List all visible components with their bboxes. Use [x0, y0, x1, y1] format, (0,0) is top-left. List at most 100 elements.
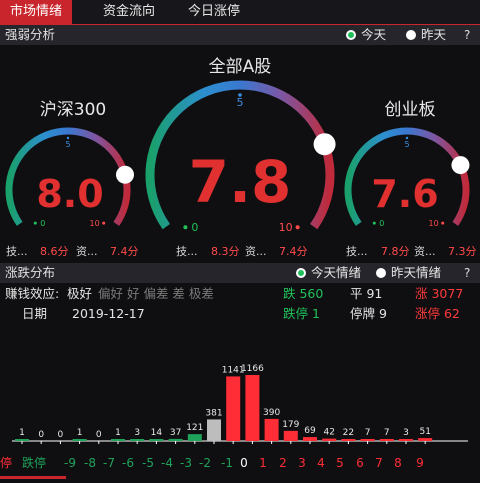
x-axis-label: 6: [356, 456, 364, 470]
gauge-all-a-name: 全部A股: [208, 57, 272, 77]
effect-current: 极好: [67, 286, 93, 301]
scale-mid-dot: [405, 136, 409, 140]
bar-count-label: 37: [170, 428, 181, 438]
bar[interactable]: [111, 439, 125, 441]
tab-today-limit-up[interactable]: 今日涨停: [176, 0, 252, 24]
bar[interactable]: [149, 439, 164, 441]
bar[interactable]: [245, 375, 260, 441]
scale-max-dot: [441, 221, 445, 225]
bar-count-label: 1: [19, 428, 25, 438]
x-axis-label: 7: [375, 456, 383, 470]
x-axis-label: 8: [394, 456, 402, 470]
bar-count-label: 3: [403, 428, 409, 438]
x-axis-label: -4: [161, 456, 173, 470]
radio-today-label[interactable]: 今天: [361, 25, 386, 45]
all-a-fund-value: 7.4分: [279, 245, 308, 258]
x-axis-label: -8: [84, 456, 96, 470]
scale-min-label: 0: [191, 221, 198, 234]
flat-count: 平 91: [350, 286, 383, 301]
bar[interactable]: [264, 418, 279, 441]
x-axis-label: -3: [180, 456, 192, 470]
bar[interactable]: [72, 439, 87, 441]
scale-min-dot: [183, 225, 188, 230]
bar[interactable]: [15, 439, 29, 441]
bar-count-label: 22: [343, 428, 354, 438]
radio-yesterday-label[interactable]: 昨天: [421, 25, 446, 45]
radio-yesterday-sentiment[interactable]: [376, 268, 386, 278]
bar-count-label: 1166: [241, 364, 264, 374]
radio-today[interactable]: [346, 30, 356, 40]
effect-others: 偏好 好 偏差 差 极差: [98, 286, 214, 301]
radio-yesterday[interactable]: [406, 30, 416, 40]
down-count: 跌 560: [283, 286, 324, 301]
bar[interactable]: [418, 438, 433, 441]
tab-fund-flow[interactable]: 资金流向: [84, 0, 174, 24]
x-axis-label: 4: [317, 456, 325, 470]
x-axis-label: 0: [240, 456, 248, 470]
bar-count-label: 69: [304, 426, 316, 436]
bar[interactable]: [130, 439, 145, 441]
distribution-help-icon[interactable]: ?: [464, 263, 470, 283]
hs300-tech-label: 技...: [6, 245, 28, 258]
bar[interactable]: [226, 376, 241, 441]
hs300-tech-value: 8.6分: [40, 245, 69, 258]
bar-count-label: 179: [282, 420, 299, 430]
distribution-bars: 1 0 0 1 0 1 3 14 37 1213811141116639017969 42 22 7 7 3…: [0, 364, 468, 470]
scale-mid-label: 5: [404, 140, 409, 149]
top-tab-bar: 市场情绪 资金流向 今日涨停: [0, 0, 480, 25]
scale-mid-label: 5: [65, 140, 70, 149]
x-axis-label: 5: [336, 456, 344, 470]
x-axis-label: -5: [142, 456, 154, 470]
all-a-tech-label: 技...: [176, 245, 198, 258]
all-a-fund-label: 资...: [245, 245, 267, 258]
bar-count-label: 0: [58, 430, 64, 440]
all-a-tech-value: 8.3分: [211, 245, 240, 258]
strength-title: 强弱分析: [5, 27, 56, 42]
help-icon[interactable]: ?: [464, 25, 470, 45]
bar-count-label: 0: [96, 430, 102, 440]
tab-market-sentiment[interactable]: 市场情绪: [0, 0, 72, 24]
x-axis-label: -7: [103, 456, 115, 470]
bar[interactable]: [168, 438, 183, 441]
bar[interactable]: [341, 439, 356, 441]
x-axis-label: 涨停: [0, 455, 12, 470]
radio-today-sentiment-label[interactable]: 今天情绪: [311, 263, 361, 283]
scale-min-label: 0: [379, 219, 384, 228]
bar-count-label: 7: [384, 428, 390, 438]
x-axis-label: -9: [64, 456, 76, 470]
distribution-chart: 1 0 0 1 0 1 3 14 37 121 381 1141 1166 390 179 69 42 22 7 7 3…: [0, 320, 480, 479]
bar-count-label: 381: [205, 408, 222, 418]
gauge-hs300-name: 沪深300: [39, 100, 107, 120]
scale-max-dot: [102, 221, 106, 225]
bar[interactable]: [207, 419, 221, 441]
gauge-chinext-value: 7.6: [371, 172, 439, 216]
radio-yesterday-sentiment-label[interactable]: 昨天情绪: [391, 263, 441, 283]
bar-count-label: 1: [115, 428, 121, 438]
chinext-fund-label: 资...: [414, 245, 436, 258]
bar[interactable]: [360, 439, 375, 441]
hs300-fund-value: 7.4分: [110, 245, 139, 258]
bar[interactable]: [187, 434, 202, 441]
scale-max-dot: [295, 225, 300, 230]
bar-count-label: 1: [77, 428, 83, 438]
bar-count-label: 14: [151, 428, 163, 438]
up-count: 涨 3077: [415, 286, 464, 301]
hs300-fund-label: 资...: [76, 245, 98, 258]
distribution-header: 涨跌分布 今天情绪 昨天情绪 ?: [0, 263, 480, 283]
bar-count-label: 42: [323, 428, 334, 438]
strength-header: 强弱分析 今天 昨天 ?: [0, 25, 480, 45]
gauge-knob: [451, 156, 470, 175]
radio-today-sentiment[interactable]: [296, 268, 306, 278]
bar[interactable]: [379, 439, 394, 441]
chinext-tech-label: 技...: [346, 245, 368, 258]
gauge-hs300-value: 8.0: [36, 172, 104, 216]
gauge-knob: [115, 165, 134, 184]
bar[interactable]: [283, 430, 298, 441]
bar[interactable]: [303, 437, 317, 441]
x-axis-label: 3: [298, 456, 306, 470]
bar[interactable]: [399, 439, 413, 441]
gauge-knob: [313, 133, 336, 156]
gauge-chinext-name: 创业板: [384, 100, 436, 120]
bar[interactable]: [322, 438, 337, 441]
x-axis-label: 9: [416, 456, 424, 470]
